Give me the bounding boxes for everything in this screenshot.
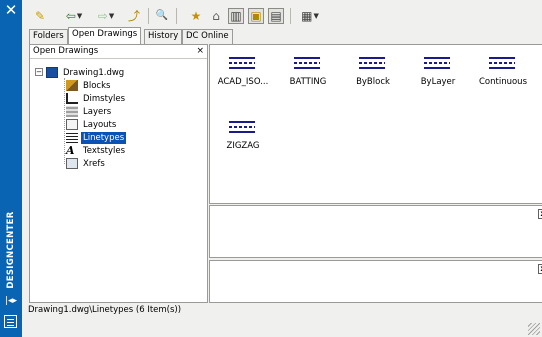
chevron-down-icon[interactable]: ▼ (313, 8, 318, 24)
tree-item-layers[interactable]: Layers (66, 105, 113, 118)
search-icon[interactable]: 🔍 (154, 8, 170, 24)
linetype-item[interactable]: Continuous (472, 47, 534, 95)
toolbar: ✎ ⇦ ▼ ⇨ ▼ ⤴ 🔍 ★ ⌂ ▥ ▣ ▤ ▦ ▼ (22, 0, 542, 30)
close-preview-icon[interactable]: x (538, 209, 542, 219)
views-button[interactable]: ▦ ▼ (296, 8, 324, 24)
content-area: ACAD_ISO... BATTING ByBlock ByLayer Cont… (209, 44, 542, 204)
tab-bar: Folders Open Drawings History DC Online (22, 27, 542, 44)
linetype-icon (294, 57, 320, 71)
back-button[interactable]: ⇦ ▼ (60, 8, 88, 24)
tree-view-toggle-icon[interactable]: ▥ (228, 8, 244, 24)
tree-item-blocks[interactable]: Blocks (66, 79, 112, 92)
linetype-icon (359, 57, 385, 71)
blocks-icon (66, 80, 78, 91)
forward-icon: ⇨ (97, 9, 108, 23)
xrefs-icon (66, 158, 78, 169)
linetype-icon (489, 57, 515, 71)
linetype-item[interactable]: ByBlock (342, 47, 404, 95)
auto-hide-button[interactable]: |◂▸ (4, 296, 18, 306)
linetype-item[interactable]: ZIGZAG (212, 111, 274, 159)
tree-item-drawing1[interactable]: Drawing1.dwg (46, 66, 126, 79)
chevron-down-icon[interactable]: ▼ (109, 8, 114, 24)
close-palette-button[interactable]: ✕ (3, 2, 19, 18)
linetype-icon (229, 57, 255, 71)
tree-connector (64, 78, 65, 164)
layers-icon (66, 106, 78, 117)
tab-history[interactable]: History (144, 29, 183, 44)
status-bar: Drawing1.dwg\Linetypes (6 Item(s)) (28, 305, 182, 315)
linetype-item[interactable]: ACAD_ISO... (212, 47, 274, 95)
preview-toggle-icon[interactable]: ▣ (248, 8, 264, 24)
views-icon: ▦ (301, 9, 313, 23)
favorites-icon[interactable]: ★ (188, 8, 204, 24)
tree-collapse-toggle[interactable]: − (35, 68, 43, 76)
close-tree-icon[interactable]: × (196, 45, 204, 58)
drawing-file-icon (46, 67, 58, 78)
tree-header: Open Drawings × (30, 45, 207, 59)
up-icon[interactable]: ⤴ (126, 8, 142, 24)
toolbar-separator (148, 8, 149, 24)
tree-item-textstyles[interactable]: A Textstyles (66, 144, 127, 157)
linetype-item[interactable]: BATTING (277, 47, 339, 95)
description-toggle-icon[interactable]: ▤ (268, 8, 284, 24)
dimstyles-icon (66, 93, 78, 104)
design-center-window: ✎ ⇦ ▼ ⇨ ▼ ⤴ 🔍 ★ ⌂ ▥ ▣ ▤ ▦ ▼ Folders Open Dr… (22, 0, 542, 337)
toolbar-separator (176, 8, 177, 24)
linetype-item[interactable]: ByLayer (407, 47, 469, 95)
home-icon[interactable]: ⌂ (208, 8, 224, 24)
forward-button[interactable]: ⇨ ▼ (92, 8, 120, 24)
linetypes-icon (66, 132, 78, 143)
tab-open-drawings[interactable]: Open Drawings (68, 27, 142, 44)
tree-item-linetypes[interactable]: Linetypes (66, 131, 127, 144)
layouts-icon (66, 119, 78, 130)
tree-view: Open Drawings × − Drawing1.dwg Blocks Di… (29, 44, 208, 303)
properties-menu-icon[interactable] (4, 315, 17, 328)
tree-item-layouts[interactable]: Layouts (66, 118, 118, 131)
load-icon[interactable]: ✎ (32, 8, 48, 24)
preview-pane: x (209, 205, 542, 258)
palette-title-bar: ✕ DESIGNCENTER |◂▸ (0, 0, 22, 337)
chevron-down-icon[interactable]: ▼ (77, 8, 82, 24)
textstyles-icon: A (66, 144, 75, 157)
resize-grip[interactable] (528, 323, 540, 335)
tree-item-xrefs[interactable]: Xrefs (66, 157, 107, 170)
tab-dc-online[interactable]: DC Online (182, 29, 233, 44)
tab-folders[interactable]: Folders (29, 29, 68, 44)
toolbar-separator (290, 8, 291, 24)
back-icon: ⇦ (65, 9, 76, 23)
tree-item-dimstyles[interactable]: Dimstyles (66, 92, 127, 105)
close-description-icon[interactable]: x (538, 264, 542, 274)
description-pane: x ⌃ ⌄ (209, 260, 542, 303)
linetype-icon (229, 121, 255, 135)
linetype-icon (424, 57, 450, 71)
palette-title: DESIGNCENTER (6, 211, 16, 289)
